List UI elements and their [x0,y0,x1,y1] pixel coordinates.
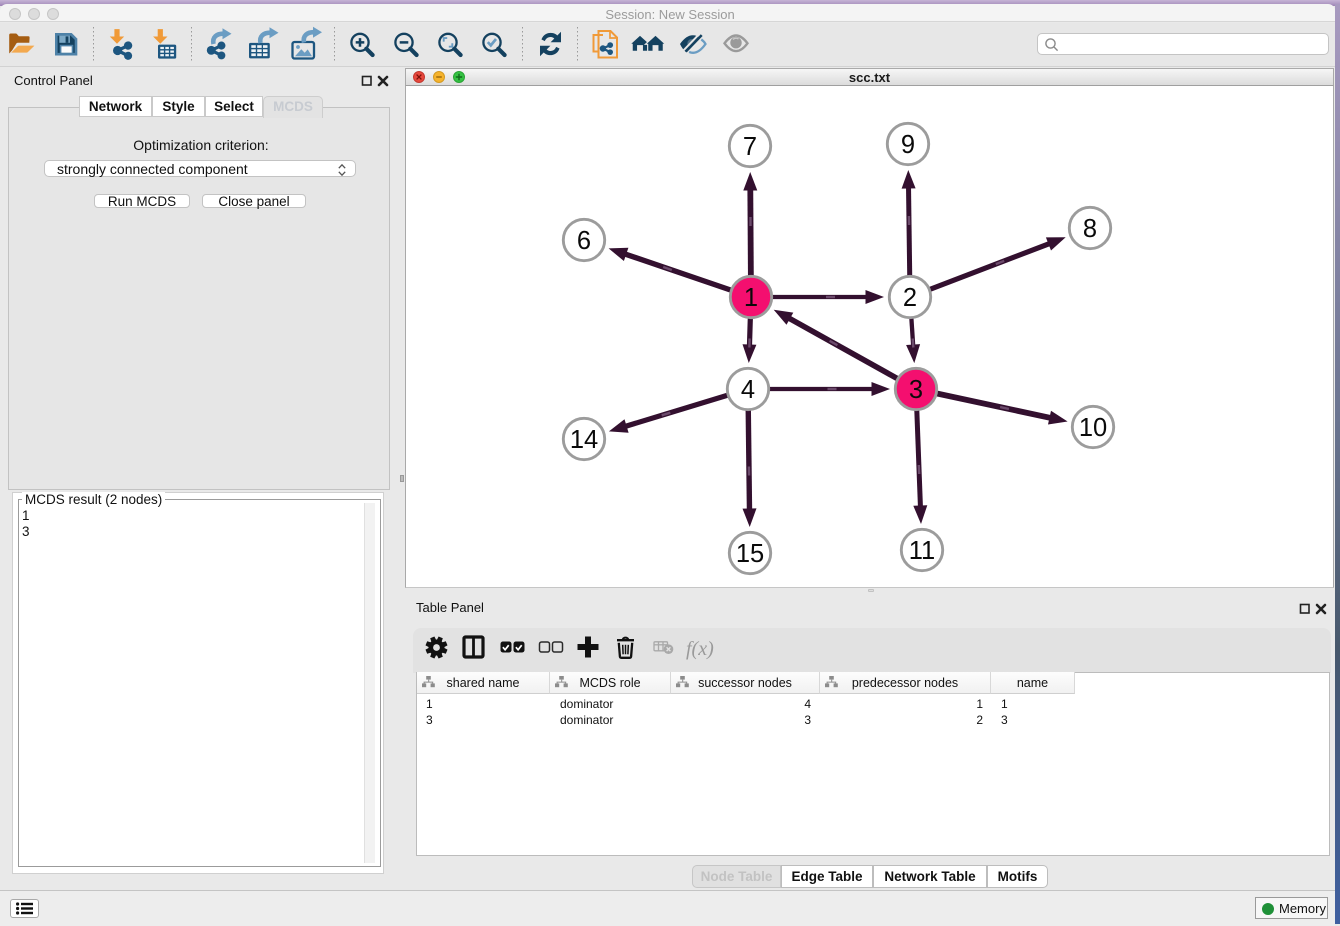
svg-text:2: 2 [903,284,917,312]
svg-text:8: 8 [1083,215,1097,243]
svg-text:4: 4 [741,376,755,404]
svg-text:11: 11 [909,537,935,565]
svg-text:6: 6 [577,227,591,255]
svg-text:14: 14 [570,426,598,454]
svg-text:1: 1 [744,284,758,312]
svg-text:9: 9 [901,131,915,159]
svg-text:10: 10 [1079,414,1107,442]
svg-text:3: 3 [909,376,923,404]
svg-text:15: 15 [736,540,764,568]
svg-text:f(x): f(x) [686,638,714,660]
svg-text:7: 7 [743,133,757,161]
